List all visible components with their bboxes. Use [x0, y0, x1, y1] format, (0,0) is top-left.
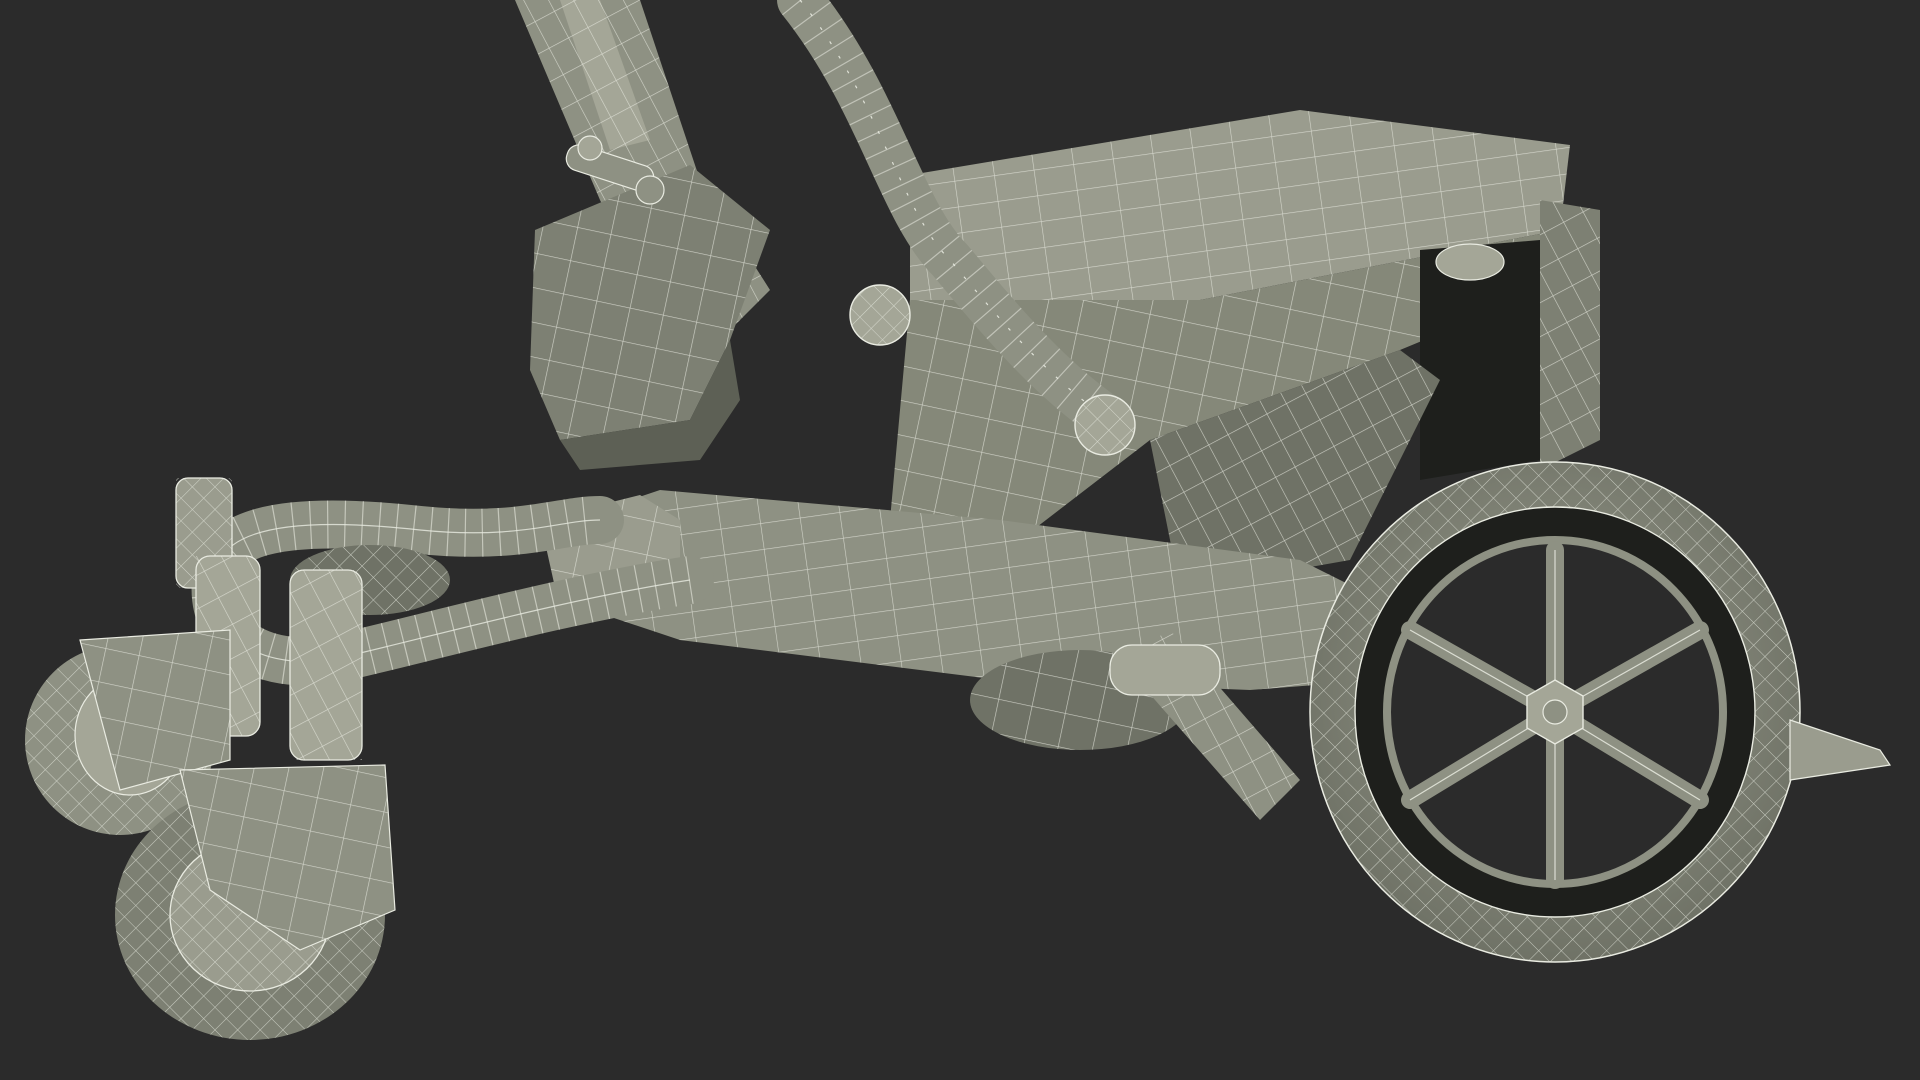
wireframe-render	[25, 0, 1892, 1040]
adjust-knob-right	[1074, 394, 1136, 456]
seat-latch	[1435, 243, 1505, 281]
rear-footplate	[1789, 719, 1892, 781]
rear-wheel	[1309, 461, 1801, 963]
render-viewport	[0, 0, 1920, 1080]
adjust-knob-left	[849, 284, 911, 346]
hinge-block	[530, 165, 770, 470]
